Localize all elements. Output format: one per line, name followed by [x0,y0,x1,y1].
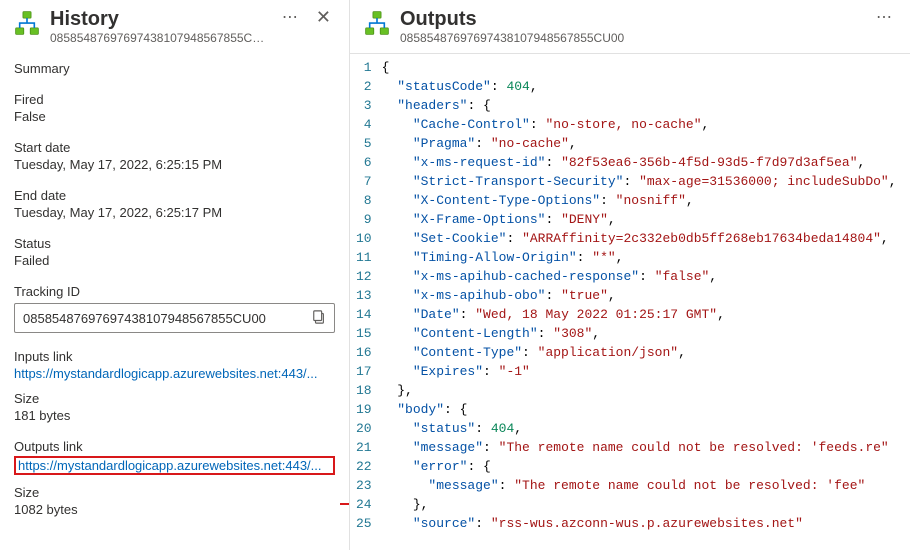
fired-value: False [14,109,335,124]
close-icon[interactable]: ✕ [312,8,335,26]
history-more-button[interactable]: ⋯ [278,8,302,28]
outputs-link[interactable]: https://mystandardlogicapp.azurewebsites… [18,458,331,473]
outputs-pane: Outputs 08585487697697438107948567855CU0… [350,0,910,550]
outputs-link-highlight: https://mystandardlogicapp.azurewebsites… [14,456,335,475]
json-viewer[interactable]: 1 2 3 4 5 6 7 8 9 10 11 12 13 14 15 16 1… [350,54,910,550]
status-value: Failed [14,253,335,268]
summary-label: Summary [14,61,335,76]
summary-section: Summary [14,61,335,76]
tracking-id-field: Tracking ID [14,284,335,333]
status-field: Status Failed [14,236,335,268]
outputs-link-field: Outputs link https://mystandardlogicapp.… [14,439,335,475]
inputs-link-label: Inputs link [14,349,335,364]
history-id: 08585487697697438107948567855CU00 [50,31,268,45]
status-label: Status [14,236,335,251]
outputs-id: 08585487697697438107948567855CU00 [400,31,862,45]
copy-icon[interactable] [308,308,330,329]
start-date-field: Start date Tuesday, May 17, 2022, 6:25:1… [14,140,335,172]
fired-label: Fired [14,92,335,107]
fired-field: Fired False [14,92,335,124]
json-code[interactable]: { "statusCode": 404, "headers": { "Cache… [382,54,910,550]
outputs-link-label: Outputs link [14,439,335,454]
annotation-arrow-icon [340,494,350,514]
inputs-size-field: Size 181 bytes [14,391,335,423]
outputs-more-button[interactable]: ⋯ [872,8,896,28]
tracking-id-input[interactable] [23,311,308,326]
logic-app-icon [364,10,390,36]
logic-app-icon [14,10,40,36]
outputs-header: Outputs 08585487697697438107948567855CU0… [350,0,910,54]
inputs-link[interactable]: https://mystandardlogicapp.azurewebsites… [14,366,335,381]
start-date-label: Start date [14,140,335,155]
inputs-link-field: Inputs link https://mystandardlogicapp.a… [14,349,335,381]
history-pane: History 08585487697697438107948567855CU0… [0,0,350,550]
outputs-size-value: 1082 bytes [14,502,335,517]
inputs-size-value: 181 bytes [14,408,335,423]
line-number-gutter: 1 2 3 4 5 6 7 8 9 10 11 12 13 14 15 16 1… [350,54,382,550]
end-date-label: End date [14,188,335,203]
history-header: History 08585487697697438107948567855CU0… [14,8,335,45]
start-date-value: Tuesday, May 17, 2022, 6:25:15 PM [14,157,335,172]
history-title: History [50,8,268,31]
tracking-id-label: Tracking ID [14,284,335,299]
outputs-title: Outputs [400,8,862,31]
end-date-field: End date Tuesday, May 17, 2022, 6:25:17 … [14,188,335,220]
outputs-size-field: Size 1082 bytes [14,485,335,517]
outputs-size-label: Size [14,485,335,500]
end-date-value: Tuesday, May 17, 2022, 6:25:17 PM [14,205,335,220]
inputs-size-label: Size [14,391,335,406]
tracking-id-input-wrap [14,303,335,333]
